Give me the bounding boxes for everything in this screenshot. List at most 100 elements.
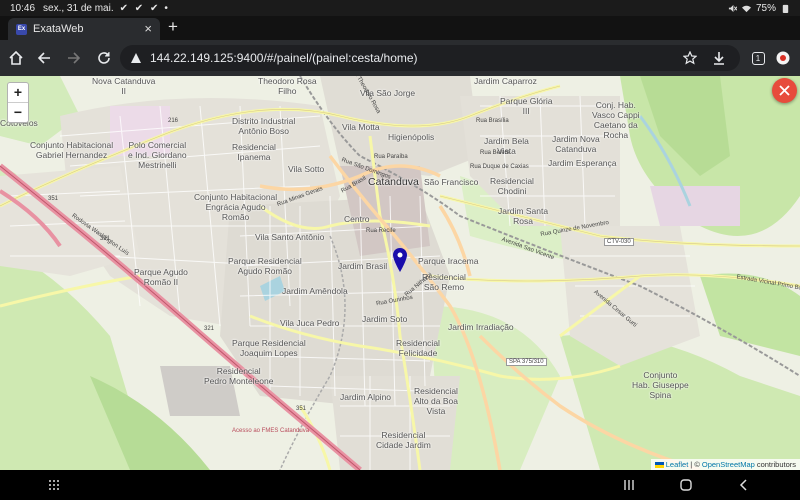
map-label: Centro <box>344 214 370 224</box>
map-label: Jardim Caparroz <box>474 76 537 86</box>
map-label: Parque Iracema <box>418 256 479 266</box>
map-label: Residencial Alto da Boa Vista <box>414 386 458 416</box>
map-label: Vila Motta <box>342 122 380 132</box>
close-icon <box>779 85 790 96</box>
profile-avatar-icon <box>776 51 790 65</box>
map-label: Jardim Santa Rosa <box>498 206 549 226</box>
road-label: Rua Brasília <box>476 118 509 124</box>
map-label: Residencial Ipanema <box>232 142 276 162</box>
bookmark-button[interactable] <box>680 48 700 68</box>
map-label: Conjunto Habitacional Engrácia Agudo Romão <box>194 192 278 222</box>
map-label: Parque Glória III <box>500 96 553 116</box>
grid-icon <box>49 480 59 490</box>
notification-checks: ✔ ✔ ✔ <box>119 2 161 14</box>
tab-strip: Ex ExataWeb × + <box>0 16 800 40</box>
home-nav-button[interactable] <box>678 477 694 493</box>
home-button[interactable] <box>6 48 26 68</box>
zoom-in-button[interactable]: + <box>8 83 28 103</box>
apps-button[interactable] <box>46 477 62 493</box>
map-label: Higienópolis <box>388 132 435 142</box>
map-label: Jardim Soto <box>362 314 408 324</box>
status-date: sex., 31 de mai. <box>43 2 114 14</box>
map-label: Theodoro Rosa Filho <box>258 76 317 96</box>
map-label: Jardim Esperança <box>548 158 617 168</box>
road-shield: SPA 375/310 <box>506 358 547 366</box>
tab-count: 1 <box>751 51 765 65</box>
download-icon <box>714 52 724 65</box>
ukraine-flag-icon <box>654 461 664 468</box>
map-label: Jardim Brasil <box>338 261 388 271</box>
map-label: Jardim Amêndola <box>282 286 348 296</box>
map-label: Parque Residencial Agudo Romão <box>228 256 302 276</box>
download-button[interactable] <box>709 48 729 68</box>
back-button[interactable] <box>34 48 54 68</box>
notification-dot: • <box>164 2 168 14</box>
back-arrow-icon <box>37 52 50 64</box>
map-label: Jardim Irradiação <box>448 322 514 332</box>
profile-button[interactable] <box>773 48 793 68</box>
map-label: Jardim Alpino <box>340 392 392 402</box>
address-bar[interactable]: 144.22.149.125:9400/#/painel/(painel:ces… <box>120 45 740 71</box>
browser-toolbar: 144.22.149.125:9400/#/painel/(painel:ces… <box>0 40 800 76</box>
road-number: 216 <box>168 118 179 124</box>
leaflet-link[interactable]: Leaflet <box>666 460 689 469</box>
map-label: Jardim Nova Catanduva <box>552 134 600 154</box>
battery-percent: 75% <box>755 2 776 14</box>
map-label: Vila Sotto <box>288 164 325 174</box>
home-circle-icon <box>680 479 692 491</box>
map-view[interactable]: Theodoro Rosa Filho Nova Catanduva II Jard… <box>0 76 800 470</box>
back-nav-button[interactable] <box>736 477 752 493</box>
map-label: Polo Comercial e Ind. Giordano Mestrinelli <box>128 140 187 170</box>
map-label: Distrito Industrial Antônio Boso <box>232 116 296 136</box>
wifi-icon <box>741 5 751 12</box>
zoom-out-button[interactable]: − <box>8 103 28 122</box>
road-number: 351 <box>48 196 59 202</box>
attribution-contributors: contributors <box>756 460 796 469</box>
forward-arrow-icon <box>68 52 81 64</box>
map-label: Vila Juca Pedro <box>280 318 340 328</box>
map-label-city: Catanduva <box>368 176 419 188</box>
road-label: Rua Duque de Caxias <box>470 164 529 170</box>
status-time: 10:46 <box>10 2 36 14</box>
tab-title: ExataWeb <box>33 23 84 35</box>
new-tab-button[interactable]: + <box>168 17 178 37</box>
map-label: Parque Agudo Romão II <box>134 267 188 287</box>
battery-icon <box>782 4 789 13</box>
road-label: Rua Paraíba <box>374 154 408 160</box>
map-label: Residencial Pedro Monteleone <box>204 366 274 386</box>
road-label: Rua Recife <box>366 228 396 234</box>
forward-button[interactable] <box>64 48 84 68</box>
attribution-separator: | © <box>690 460 700 469</box>
road-label: Rua Belém <box>480 150 510 156</box>
map-label: São Francisco <box>424 177 479 187</box>
close-tab-icon[interactable]: × <box>144 21 152 36</box>
zoom-control: + − <box>7 82 29 123</box>
reload-button[interactable] <box>94 48 114 68</box>
map-attribution: Leaflet | © OpenStreetMap contributors <box>650 459 800 470</box>
system-nav-bar <box>0 470 800 500</box>
warning-triangle-icon <box>131 53 141 63</box>
recents-button[interactable] <box>621 477 637 493</box>
reload-icon <box>98 52 110 64</box>
browser-tab[interactable]: Ex ExataWeb × <box>8 18 160 40</box>
status-bar: 10:46 sex., 31 de mai. ✔ ✔ ✔ • 75% <box>0 0 800 16</box>
home-icon <box>9 51 23 65</box>
recents-icon <box>624 480 634 490</box>
map-label: Residencial Cidade Jardim <box>376 430 431 450</box>
url-text: 144.22.149.125:9400/#/painel/(painel:ces… <box>150 51 418 65</box>
mute-icon <box>728 4 737 12</box>
tab-switcher-button[interactable]: 1 <box>748 48 768 68</box>
map-label: Residencial Chodini <box>490 176 534 196</box>
chevron-left-icon <box>739 479 747 491</box>
map-label: Conjunto Hab. Giuseppe Spina <box>632 370 689 400</box>
close-map-button[interactable] <box>772 78 797 103</box>
osm-link[interactable]: OpenStreetMap <box>702 460 755 469</box>
road-shield: CTV-030 <box>604 238 634 246</box>
location-pin-icon[interactable] <box>393 248 407 272</box>
star-icon <box>683 51 697 65</box>
road-number: 351 <box>296 406 307 412</box>
road-label: Acesso ao FMES Catanduva <box>232 428 310 434</box>
map-label: Parque Residencial Joaquim Lopes <box>232 338 306 358</box>
road-number: 321 <box>204 326 215 332</box>
map-label: Nova Catanduva II <box>92 76 156 96</box>
